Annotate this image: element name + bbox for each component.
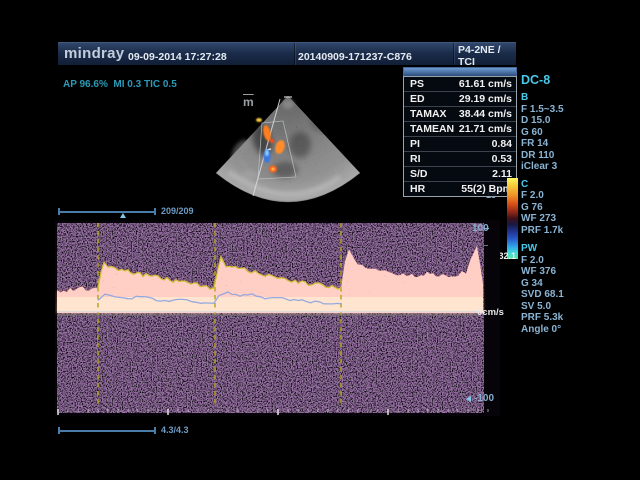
result-row: PI 0.84 bbox=[404, 136, 516, 151]
cine-end-tick bbox=[154, 208, 156, 215]
result-value: 55(2) Bpm bbox=[461, 183, 512, 195]
topbar-divider bbox=[294, 43, 295, 65]
velocity-scale-zero: 0cm/s bbox=[477, 307, 504, 318]
time-duration-label: 4.3/4.3 bbox=[161, 425, 189, 435]
exam-id-label: 20140909-171237-C876 bbox=[298, 51, 412, 63]
param-line: Angle 0° bbox=[521, 324, 617, 336]
cine-progress-line bbox=[59, 211, 156, 213]
param-line: D 15.0 bbox=[521, 115, 617, 127]
color-mode-section-header: C bbox=[521, 179, 617, 191]
topbar-divider bbox=[453, 43, 454, 65]
pw-mode-section-header: PW bbox=[521, 243, 617, 255]
param-line: F 1.5~3.5 bbox=[521, 104, 617, 116]
pw-spectrogram bbox=[55, 220, 500, 420]
results-panel-titlebar bbox=[403, 67, 517, 76]
result-label: PI bbox=[410, 138, 420, 150]
result-row: RI 0.53 bbox=[404, 151, 516, 166]
measurement-results-panel: PS 61.61 cm/s ED 29.19 cm/s TAMAX 38.44 cm/… bbox=[403, 67, 517, 197]
result-row: HR 55(2) Bpm bbox=[404, 181, 516, 196]
velocity-scale-top: 100 bbox=[472, 223, 489, 234]
time-scroll-end-tick bbox=[154, 427, 156, 434]
result-label: TAMEAN bbox=[410, 123, 454, 135]
param-line: PRF 1.7k bbox=[521, 225, 617, 237]
param-line: SVD 68.1 bbox=[521, 289, 617, 301]
param-line: F 2.0 bbox=[521, 190, 617, 202]
result-label: S/D bbox=[410, 168, 428, 180]
cine-start-tick bbox=[58, 208, 60, 215]
result-row: TAMAX 38.44 cm/s bbox=[404, 106, 516, 121]
cine-frame-counter: 209/209 bbox=[161, 206, 194, 216]
param-line: PRF 5.3k bbox=[521, 312, 617, 324]
param-line: F 2.0 bbox=[521, 255, 617, 267]
param-line: G 60 bbox=[521, 127, 617, 139]
baseline-marker-icon bbox=[466, 396, 471, 402]
result-value: 29.19 cm/s bbox=[459, 93, 512, 105]
param-line: WF 376 bbox=[521, 266, 617, 278]
system-model-label: DC-8 bbox=[521, 74, 617, 87]
result-row: PS 61.61 cm/s bbox=[404, 77, 516, 91]
result-label: PS bbox=[410, 78, 424, 90]
result-label: HR bbox=[410, 183, 425, 195]
param-line: G 34 bbox=[521, 278, 617, 290]
brand-logo: mindray bbox=[64, 45, 124, 62]
probe-indicator: P4-2NE / TCI bbox=[458, 44, 516, 68]
ultrasound-screen: mindray 09-09-2014 17:27:28 20140909-171… bbox=[0, 0, 640, 480]
param-line: DR 110 bbox=[521, 150, 617, 162]
time-scroll-start-tick bbox=[58, 427, 60, 434]
velocity-scale-bottom: -100 bbox=[474, 393, 494, 404]
b-mode-image bbox=[200, 88, 380, 208]
color-scale-bar bbox=[507, 178, 518, 259]
result-row: ED 29.19 cm/s bbox=[404, 91, 516, 106]
imaging-parameters-panel: DC-8 B F 1.5~3.5 D 15.0 G 60 FR 14 DR 11… bbox=[521, 74, 617, 335]
datetime-label: 09-09-2014 17:27:28 bbox=[128, 51, 227, 63]
result-label: ED bbox=[410, 93, 425, 105]
b-mode-section-header: B bbox=[521, 92, 617, 104]
param-line: G 76 bbox=[521, 202, 617, 214]
result-value: 38.44 cm/s bbox=[459, 108, 512, 120]
results-panel-body: PS 61.61 cm/s ED 29.19 cm/s TAMAX 38.44 cm/… bbox=[403, 76, 517, 197]
time-scroll-line bbox=[59, 430, 156, 432]
param-line: SV 5.0 bbox=[521, 301, 617, 313]
result-value: 21.71 cm/s bbox=[459, 123, 512, 135]
param-line: WF 273 bbox=[521, 213, 617, 225]
result-row: S/D2.11 bbox=[404, 166, 516, 181]
acoustic-power-readout: AP 96.6% MI 0.3 TIC 0.5 bbox=[63, 79, 177, 90]
param-line: iClear 3 bbox=[521, 161, 617, 173]
top-status-bar: mindray 09-09-2014 17:27:28 20140909-171… bbox=[58, 42, 516, 65]
result-label: TAMAX bbox=[410, 108, 447, 120]
result-value: 0.53 bbox=[492, 153, 512, 165]
result-row: TAMEAN 21.71 cm/s bbox=[404, 121, 516, 136]
result-value: 61.61 cm/s bbox=[459, 78, 512, 90]
result-value: 0.84 bbox=[492, 138, 512, 150]
cine-position-marker bbox=[120, 213, 126, 218]
param-line: FR 14 bbox=[521, 138, 617, 150]
result-label: RI bbox=[410, 153, 421, 165]
orientation-marker: m bbox=[243, 95, 254, 109]
